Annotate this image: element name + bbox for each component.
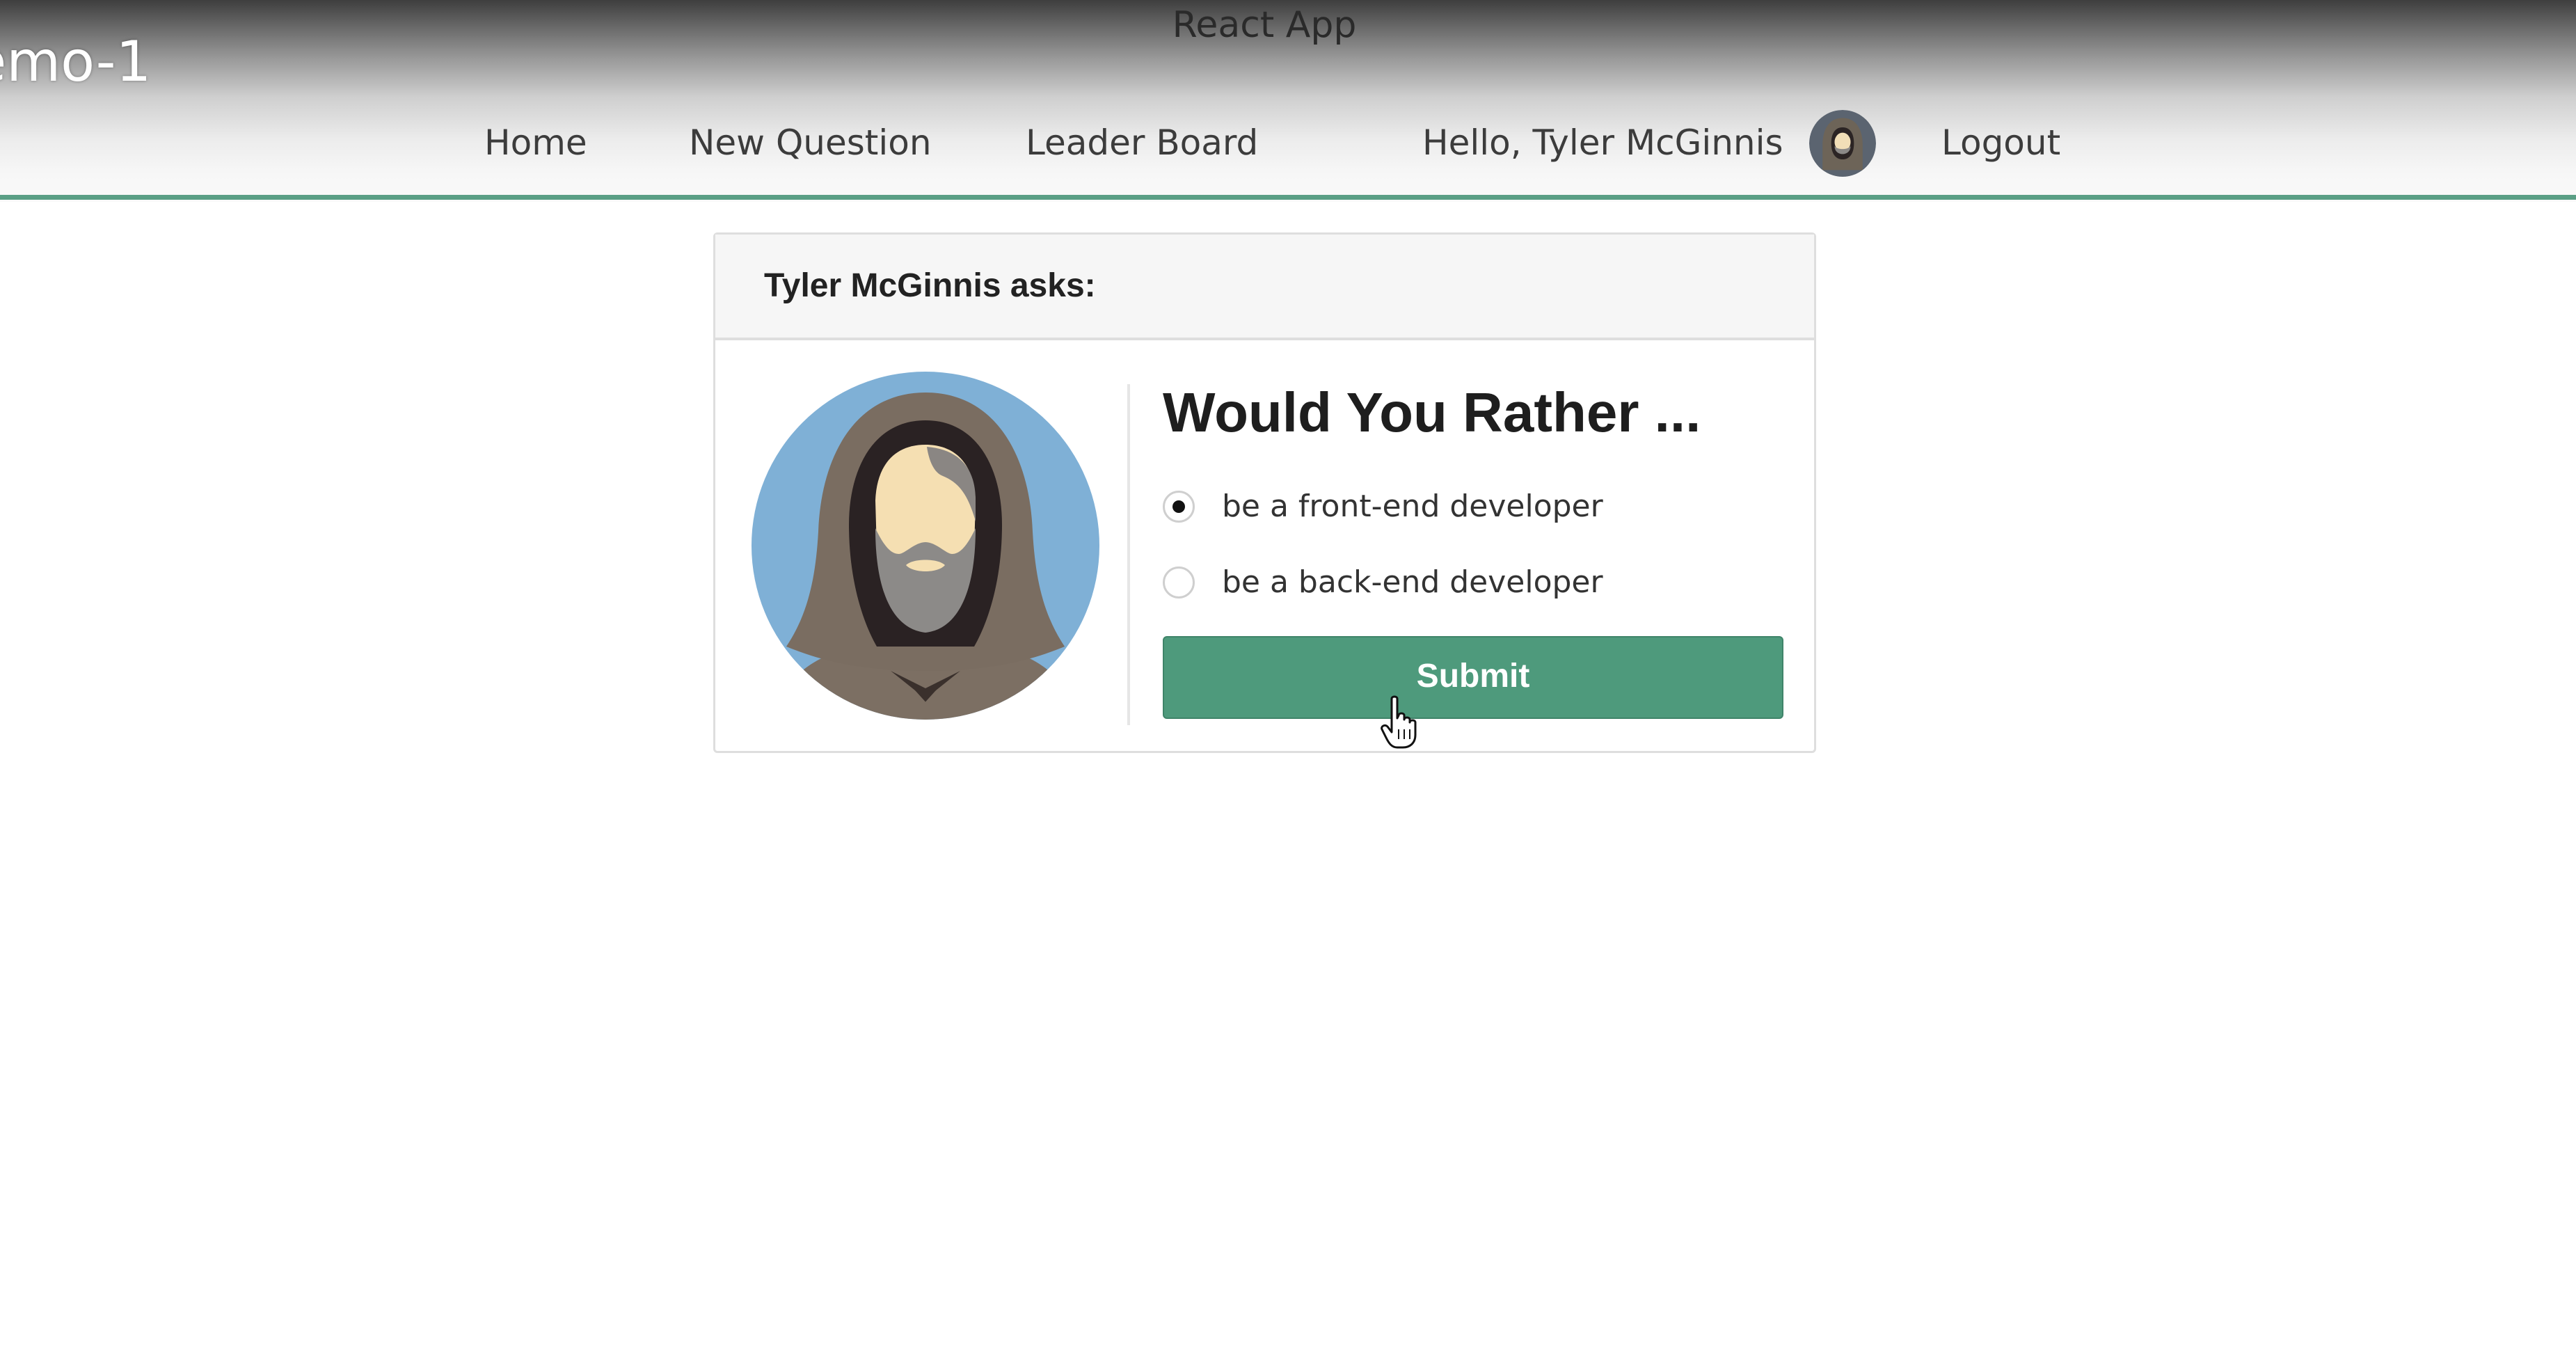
logout-link[interactable]: Logout <box>1941 122 2060 163</box>
submit-button[interactable]: Submit <box>1163 636 1783 719</box>
window-title: React App <box>1172 4 1357 46</box>
radio-back-end[interactable] <box>1163 566 1195 599</box>
vertical-divider <box>1127 384 1130 725</box>
question-title: Would You Rather ... <box>1163 381 1701 443</box>
asker-label: Tyler McGinnis asks: <box>764 267 1096 304</box>
question-card: Tyler McGinnis asks: Would You Rather ..… <box>713 232 1816 753</box>
user-greeting: Hello, Tyler McGinnis <box>1422 122 1783 163</box>
nav-home[interactable]: Home <box>484 122 587 163</box>
nav-leader-board[interactable]: Leader Board <box>1026 122 1258 163</box>
demo-label: emo-1 <box>0 29 152 94</box>
radio-front-end[interactable] <box>1163 491 1195 523</box>
nav-new-question[interactable]: New Question <box>689 122 932 163</box>
option-label: be a front-end developer <box>1222 489 1603 524</box>
option-label: be a back-end developer <box>1222 564 1603 600</box>
nav-divider <box>0 195 2576 200</box>
browser-title-bar: React App emo-1 Home New Question Leader… <box>0 0 2576 202</box>
hand-pointer-cursor-icon <box>1379 695 1424 750</box>
hooded-bearded-man-avatar-icon <box>752 372 1099 720</box>
user-avatar-icon <box>1809 110 1876 177</box>
card-header: Tyler McGinnis asks: <box>715 235 1814 340</box>
